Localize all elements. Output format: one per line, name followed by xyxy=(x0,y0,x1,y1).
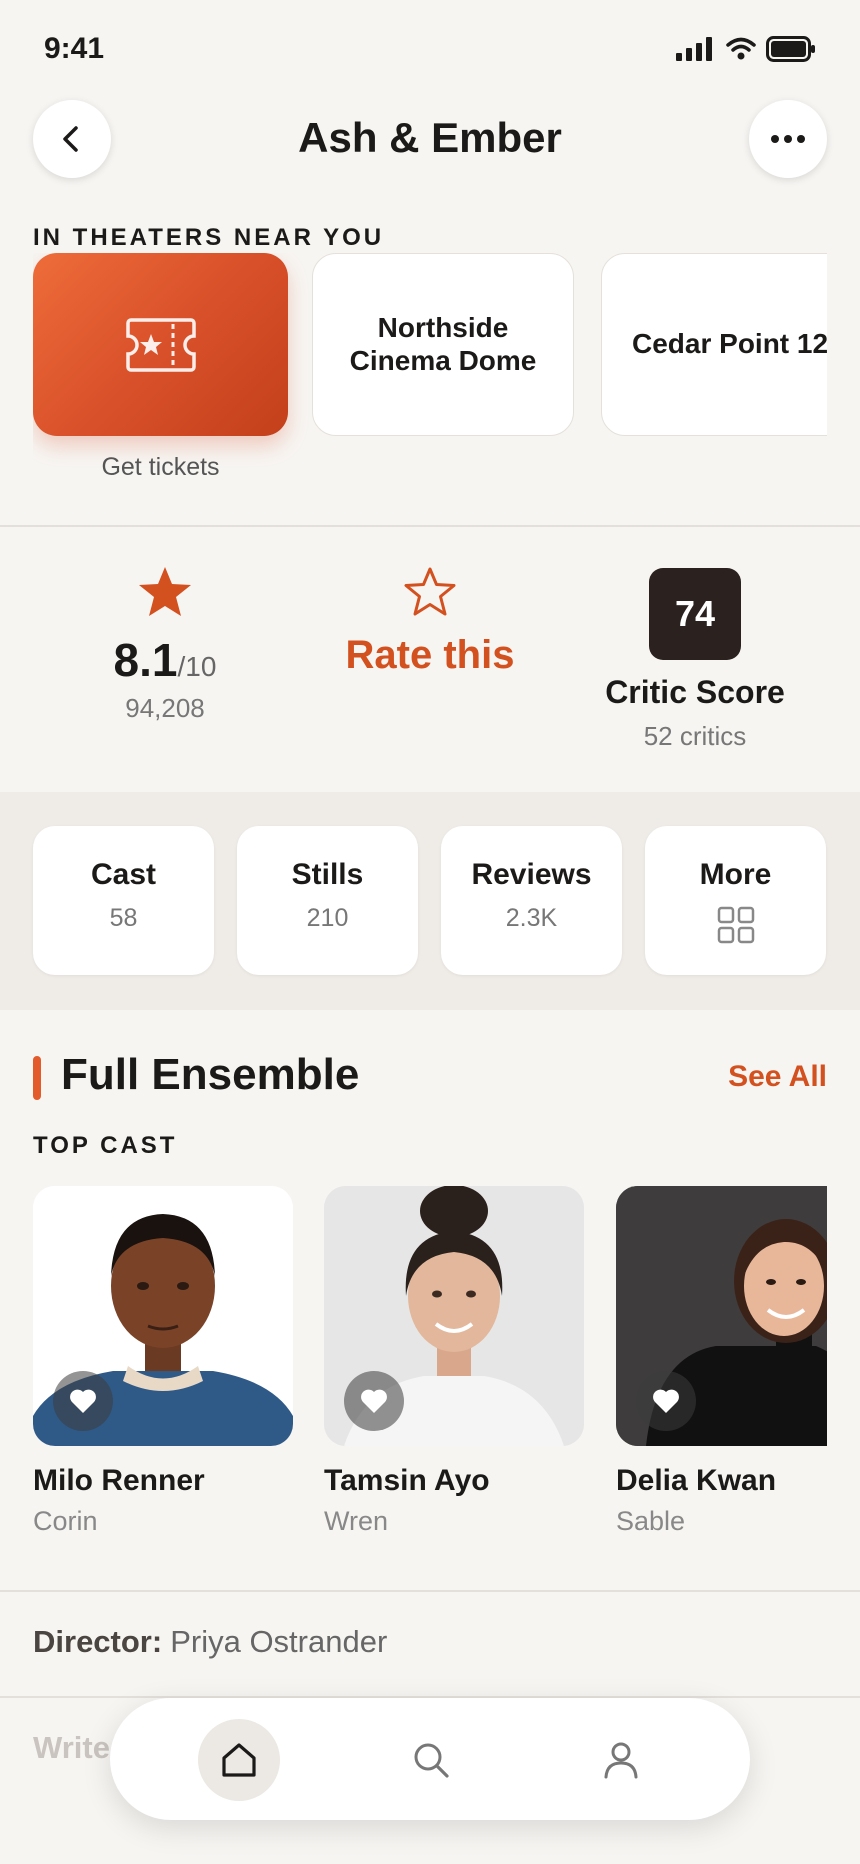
theater-card[interactable]: Northside Cinema Dome xyxy=(312,253,574,436)
get-tickets-button[interactable] xyxy=(33,253,288,436)
status-icons xyxy=(676,36,816,62)
favorite-button[interactable] xyxy=(344,1371,404,1431)
critic-count: 52 critics xyxy=(643,721,747,751)
critic-score-title: Critic Score xyxy=(605,674,785,710)
home-icon xyxy=(222,1743,256,1777)
cast-name: Delia Kwan xyxy=(616,1464,777,1497)
chip-title: Reviews xyxy=(471,858,592,891)
status-time: 9:41 xyxy=(44,32,105,65)
director-name[interactable]: Priya Ostrander xyxy=(170,1624,387,1659)
critic-score[interactable]: 74 Critic Score 52 critics xyxy=(580,568,810,752)
user-score: 8.1/10 xyxy=(80,633,250,687)
cast-card[interactable]: Delia Kwan Sable xyxy=(616,1186,827,1537)
search-icon xyxy=(414,1743,449,1778)
divider xyxy=(0,1590,860,1592)
ensemble-header: Full Ensemble See All xyxy=(0,1050,860,1110)
page-title: Ash & Ember xyxy=(298,114,562,161)
signal-icon xyxy=(676,37,712,61)
cast-row[interactable]: Milo Renner Corin Tamsin Ayo Wren Delia … xyxy=(33,1186,827,1546)
get-tickets-label: Get tickets xyxy=(101,453,220,481)
heart-icon xyxy=(361,1389,387,1413)
cast-photo xyxy=(33,1186,293,1446)
cast-photo xyxy=(324,1186,584,1446)
chip-count: 2.3K xyxy=(505,904,558,932)
cast-name: Tamsin Ayo xyxy=(324,1464,490,1497)
favorite-button[interactable] xyxy=(53,1371,113,1431)
chip-title: Stills xyxy=(291,858,364,891)
rate-this-button[interactable]: Rate this xyxy=(320,566,540,678)
bottom-nav xyxy=(110,1698,750,1820)
more-options-button[interactable] xyxy=(749,100,827,178)
heart-icon xyxy=(70,1389,96,1413)
director-credit: Director: Priya Ostrander xyxy=(33,1624,387,1660)
divider xyxy=(0,525,860,527)
nav-home[interactable] xyxy=(198,1719,280,1801)
chip-count: 58 xyxy=(109,904,138,932)
chip-count: 210 xyxy=(306,904,349,932)
cast-name: Milo Renner xyxy=(33,1464,205,1497)
nav-search[interactable] xyxy=(390,1719,472,1801)
ticket-icon xyxy=(125,317,196,372)
quick-links: Cast 58 Stills 210 Reviews 2.3K More xyxy=(0,792,860,1010)
director-label: Director: xyxy=(33,1624,163,1659)
chip-title: Cast xyxy=(90,858,157,891)
theaters-section-label: IN THEATERS NEAR YOU xyxy=(33,224,385,251)
favorite-button[interactable] xyxy=(636,1371,696,1431)
reviews-chip[interactable]: Reviews 2.3K xyxy=(441,826,622,975)
theaters-row[interactable]: Get tickets Northside Cinema Dome Cedar … xyxy=(33,253,827,483)
vote-count: 94,208 xyxy=(125,693,205,723)
ratings-section: 8.1/10 94,208 Rate this 74 Critic Score … xyxy=(0,528,860,790)
ellipsis-icon xyxy=(771,135,805,143)
status-bar: 9:41 xyxy=(0,0,860,100)
ensemble-title: Full Ensemble xyxy=(61,1050,360,1099)
grid-icon xyxy=(717,906,754,944)
top-cast-label: TOP CAST xyxy=(33,1132,178,1159)
cast-role: Sable xyxy=(616,1506,686,1536)
profile-icon xyxy=(604,1742,638,1779)
header: Ash & Ember xyxy=(0,100,860,182)
battery-icon xyxy=(766,36,815,62)
rate-this-label: Rate this xyxy=(345,633,515,677)
star-outline-icon xyxy=(404,567,456,616)
user-score-value: 8.1 xyxy=(113,634,178,686)
theater-card[interactable]: Cedar Point 12 xyxy=(601,253,827,436)
accent-bar xyxy=(33,1056,41,1100)
heart-icon xyxy=(653,1389,679,1413)
more-chip[interactable]: More xyxy=(645,826,826,975)
critic-score-badge: 74 xyxy=(649,568,741,660)
cast-chip[interactable]: Cast 58 xyxy=(33,826,214,975)
writer-label: Write xyxy=(33,1730,110,1765)
chip-title: More xyxy=(699,858,772,891)
wifi-icon xyxy=(726,37,756,60)
cast-card[interactable]: Milo Renner Corin xyxy=(33,1186,293,1537)
cast-role: Corin xyxy=(33,1506,98,1536)
nav-profile[interactable] xyxy=(580,1719,662,1801)
cast-photo xyxy=(616,1186,827,1446)
user-rating: 8.1/10 94,208 xyxy=(80,566,250,724)
cast-card[interactable]: Tamsin Ayo Wren xyxy=(324,1186,584,1537)
star-filled-icon xyxy=(139,567,191,616)
see-all-link[interactable]: See All xyxy=(728,1060,827,1094)
cast-role: Wren xyxy=(324,1506,389,1536)
stills-chip[interactable]: Stills 210 xyxy=(237,826,418,975)
user-score-denominator: /10 xyxy=(177,651,217,682)
